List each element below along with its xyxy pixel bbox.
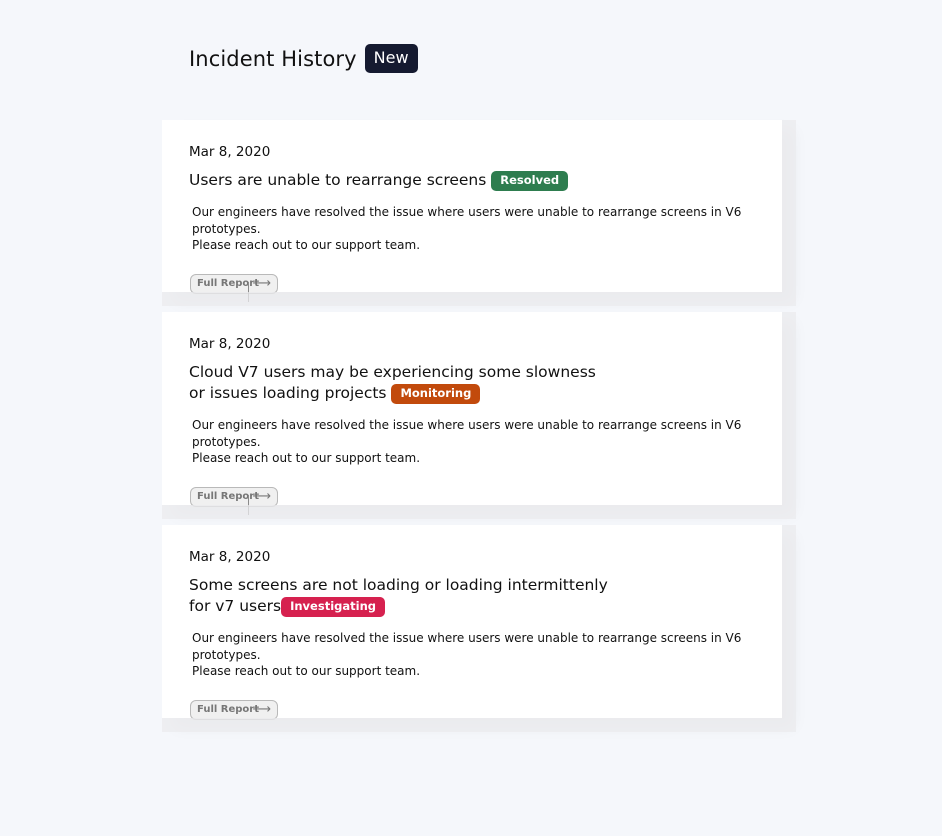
incident-description-line: Please reach out to our support team.	[192, 451, 421, 465]
status-badge-investigating: Investigating	[281, 597, 385, 617]
incident-card: Mar 8, 2020 Users are unable to rearrang…	[162, 120, 796, 306]
incident-history-page: Incident History New Mar 8, 2020 Users a…	[0, 0, 942, 836]
new-badge: New	[364, 44, 418, 73]
arrow-right-icon: ⟶	[252, 488, 271, 504]
incident-date: Mar 8, 2020	[189, 549, 271, 565]
page-title: Incident History	[189, 46, 357, 71]
incident-date: Mar 8, 2020	[189, 336, 271, 352]
full-report-button[interactable]: Full Report ⟶	[190, 273, 278, 302]
incident-description: Our engineers have resolved the issue wh…	[192, 417, 755, 467]
incident-description: Our engineers have resolved the issue wh…	[192, 630, 755, 680]
page-header: Incident History New	[189, 44, 418, 73]
incident-description-line: Our engineers have resolved the issue wh…	[192, 205, 742, 236]
status-badge-resolved: Resolved	[491, 171, 569, 191]
full-report-button[interactable]: Full Report ⟶	[190, 486, 278, 515]
incident-title: Users are unable to rearrange screens Re…	[189, 170, 609, 191]
incident-title: Cloud V7 users may be experiencing some …	[189, 362, 609, 404]
incident-card: Mar 8, 2020 Some screens are not loading…	[162, 525, 796, 732]
text-cursor-icon	[248, 494, 249, 515]
incident-title: Some screens are not loading or loading …	[189, 575, 609, 617]
incident-description-line: Our engineers have resolved the issue wh…	[192, 418, 742, 449]
full-report-label: Full Report	[197, 491, 260, 502]
arrow-right-icon: ⟶	[252, 275, 271, 291]
status-badge-monitoring: Monitoring	[391, 384, 481, 404]
incident-description-line: Our engineers have resolved the issue wh…	[192, 631, 742, 662]
full-report-label: Full Report	[197, 278, 260, 289]
full-report-button[interactable]: Full Report ⟶	[190, 699, 278, 720]
incident-title-text: Some screens are not loading or loading …	[189, 576, 608, 615]
incident-date: Mar 8, 2020	[189, 144, 271, 160]
incident-description-line: Please reach out to our support team.	[192, 664, 421, 678]
incident-title-text: Users are unable to rearrange screens	[189, 171, 487, 189]
text-cursor-icon	[248, 281, 249, 302]
incident-description-line: Please reach out to our support team.	[192, 238, 421, 252]
arrow-right-icon: ⟶	[252, 701, 271, 717]
full-report-label: Full Report	[197, 704, 260, 715]
incident-card: Mar 8, 2020 Cloud V7 users may be experi…	[162, 312, 796, 519]
incident-description: Our engineers have resolved the issue wh…	[192, 204, 755, 254]
